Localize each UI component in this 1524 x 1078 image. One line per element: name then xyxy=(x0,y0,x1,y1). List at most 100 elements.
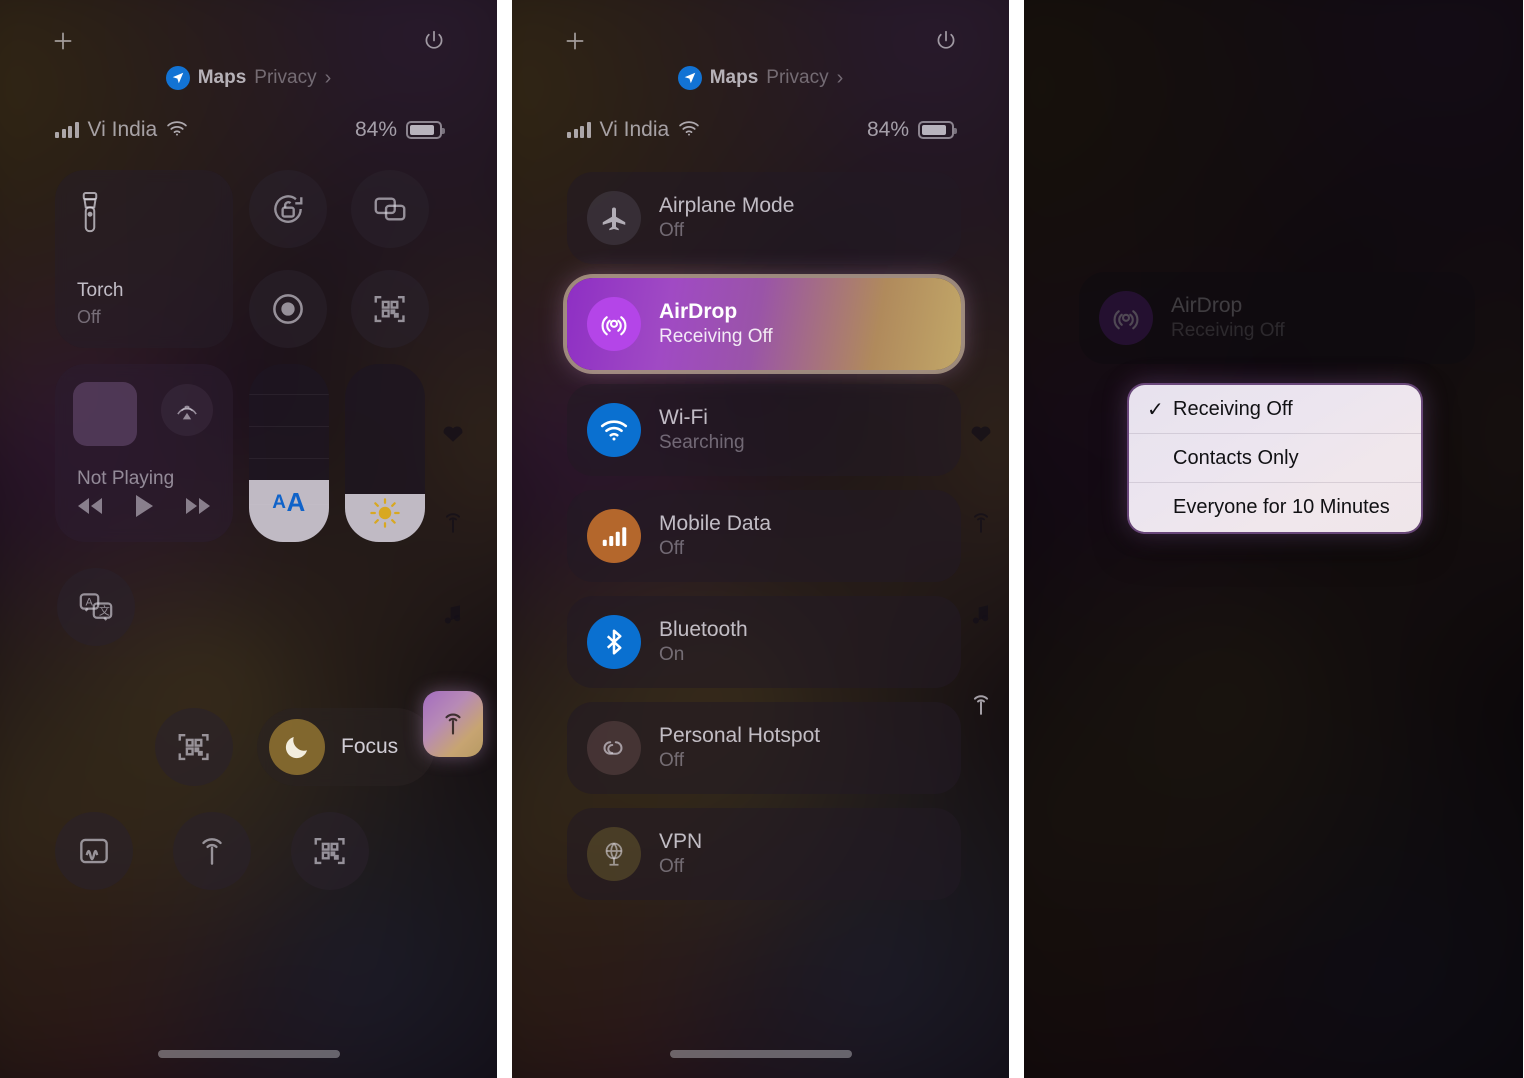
text-size-slider[interactable]: AA xyxy=(249,364,329,542)
focus-tile[interactable]: Focus xyxy=(257,708,435,786)
menu-item-label: Everyone for 10 Minutes xyxy=(1173,496,1390,518)
connectivity-row-hotspot[interactable]: Personal Hotspot Off xyxy=(567,702,961,794)
phone-panel-airdrop-menu: AirDrop Receiving Off ✓ Receiving Off Co… xyxy=(1024,0,1523,1078)
home-indicator[interactable] xyxy=(157,1050,340,1058)
album-art xyxy=(73,382,137,446)
cc-row-4: Focus xyxy=(55,708,449,786)
connectivity-row-airdrop[interactable]: AirDrop Receiving Off xyxy=(567,278,961,370)
menu-item-contacts-only[interactable]: Contacts Only xyxy=(1129,434,1421,483)
focus-label: Focus xyxy=(341,735,399,758)
row-title: AirDrop xyxy=(1171,294,1243,317)
wifi-icon xyxy=(678,118,700,142)
heart-icon[interactable] xyxy=(967,418,995,451)
row-state: On xyxy=(659,644,685,665)
privacy-indicator[interactable]: Maps Privacy › xyxy=(512,66,1009,90)
cc-row-1: Torch Off xyxy=(55,170,449,348)
battery-percent: 84% xyxy=(866,118,909,141)
connectivity-antenna-icon[interactable] xyxy=(173,812,251,890)
connectivity-page-active[interactable] xyxy=(423,691,483,757)
privacy-app-name: Maps xyxy=(709,67,759,88)
plus-icon[interactable] xyxy=(560,26,590,56)
battery-icon xyxy=(918,121,957,139)
airplane-icon xyxy=(587,191,641,245)
wifi-icon xyxy=(587,403,641,457)
power-icon[interactable] xyxy=(419,26,449,56)
row-state: Searching xyxy=(659,432,745,453)
row-title: AirDrop xyxy=(659,300,738,323)
chevron-right-icon: › xyxy=(836,67,844,89)
music-note-icon[interactable] xyxy=(967,600,995,633)
control-center-grid: Torch Off Not Playing A A A 文 Focus xyxy=(55,170,449,1078)
page-indicator-rail xyxy=(423,418,483,757)
chevron-right-icon: › xyxy=(324,67,332,89)
torch-state: Off xyxy=(77,307,101,327)
torch-tile[interactable]: Torch Off xyxy=(55,170,233,348)
row-title: Airplane Mode xyxy=(659,194,795,217)
qr-scanner-icon-3[interactable] xyxy=(291,812,369,890)
connectivity-antenna-icon[interactable] xyxy=(439,509,467,542)
phone-panel-connectivity: Maps Privacy › Vi India 84% Airplane Mod… xyxy=(512,0,1009,1078)
connectivity-row-bluetooth[interactable]: Bluetooth On xyxy=(567,596,961,688)
status-bar: Vi India 84% xyxy=(0,118,497,142)
carrier-name: Vi India xyxy=(87,118,158,141)
screenshot-stage: Maps Privacy › Vi India 84% Torch Off No… xyxy=(0,0,1524,1078)
hotspot-link-icon xyxy=(587,721,641,775)
text-size-icon: AA xyxy=(272,487,306,517)
menu-item-label: Contacts Only xyxy=(1173,446,1299,469)
row-state: Off xyxy=(659,220,684,241)
cc-row-5 xyxy=(55,812,449,890)
now-playing-label: Not Playing xyxy=(77,468,175,489)
cellular-bars-icon xyxy=(567,122,591,138)
connectivity-page-active[interactable] xyxy=(967,691,995,724)
top-row xyxy=(512,26,1009,56)
connectivity-row-vpn[interactable]: VPN Off xyxy=(567,808,961,900)
top-row xyxy=(0,26,497,56)
fast-forward-icon[interactable] xyxy=(183,495,213,522)
plus-icon[interactable] xyxy=(48,26,78,56)
connectivity-row-airdrop[interactable]: AirDrop Receiving Off xyxy=(1079,272,1475,364)
rotation-lock-icon[interactable] xyxy=(249,170,327,248)
page-indicator-rail xyxy=(967,418,995,724)
bluetooth-icon xyxy=(587,615,641,669)
airplay-icon[interactable] xyxy=(161,384,213,436)
flashlight-icon xyxy=(75,192,105,240)
battery-percent: 84% xyxy=(354,118,397,141)
row-state: Off xyxy=(659,538,684,559)
check-icon: ✓ xyxy=(1147,398,1164,421)
connectivity-row-mobile-data[interactable]: Mobile Data Off xyxy=(567,490,961,582)
media-player-tile[interactable]: Not Playing xyxy=(55,364,233,542)
connectivity-row-wifi[interactable]: Wi-Fi Searching xyxy=(567,384,961,476)
connectivity-list: Airplane Mode Off AirDrop Receiving Off xyxy=(567,172,961,914)
privacy-app-name: Maps xyxy=(197,67,247,88)
notes-scribble-icon[interactable] xyxy=(55,812,133,890)
translate-icon[interactable]: A文 xyxy=(57,568,135,646)
screen-mirroring-icon[interactable] xyxy=(351,170,429,248)
airdrop-context-menu: ✓ Receiving Off Contacts Only Everyone f… xyxy=(1129,385,1421,532)
cc-row-3: A文 xyxy=(55,568,449,646)
play-icon[interactable] xyxy=(133,493,155,524)
home-indicator[interactable] xyxy=(669,1050,852,1058)
battery-icon xyxy=(406,121,445,139)
connectivity-antenna-icon[interactable] xyxy=(967,509,995,542)
airdrop-row-wrapper: AirDrop Receiving Off xyxy=(1079,272,1475,378)
row-title: Personal Hotspot xyxy=(659,724,821,747)
heart-icon[interactable] xyxy=(439,418,467,451)
screen-record-icon[interactable] xyxy=(249,270,327,348)
row-title: Mobile Data xyxy=(659,512,772,535)
menu-item-everyone-10-minutes[interactable]: Everyone for 10 Minutes xyxy=(1129,483,1421,532)
privacy-label: Privacy xyxy=(254,67,317,88)
privacy-label: Privacy xyxy=(766,67,829,88)
svg-text:文: 文 xyxy=(99,604,110,618)
qr-scanner-icon[interactable] xyxy=(351,270,429,348)
wifi-icon xyxy=(166,118,188,142)
connectivity-row-airplane[interactable]: Airplane Mode Off xyxy=(567,172,961,264)
vpn-globe-icon xyxy=(587,827,641,881)
power-icon[interactable] xyxy=(931,26,961,56)
qr-scanner-icon-2[interactable] xyxy=(155,708,233,786)
privacy-indicator[interactable]: Maps Privacy › xyxy=(0,66,497,90)
rewind-icon[interactable] xyxy=(75,495,105,522)
airdrop-icon xyxy=(587,297,641,351)
menu-item-receiving-off[interactable]: ✓ Receiving Off xyxy=(1129,385,1421,434)
brightness-slider[interactable] xyxy=(345,364,425,542)
music-note-icon[interactable] xyxy=(439,600,467,633)
